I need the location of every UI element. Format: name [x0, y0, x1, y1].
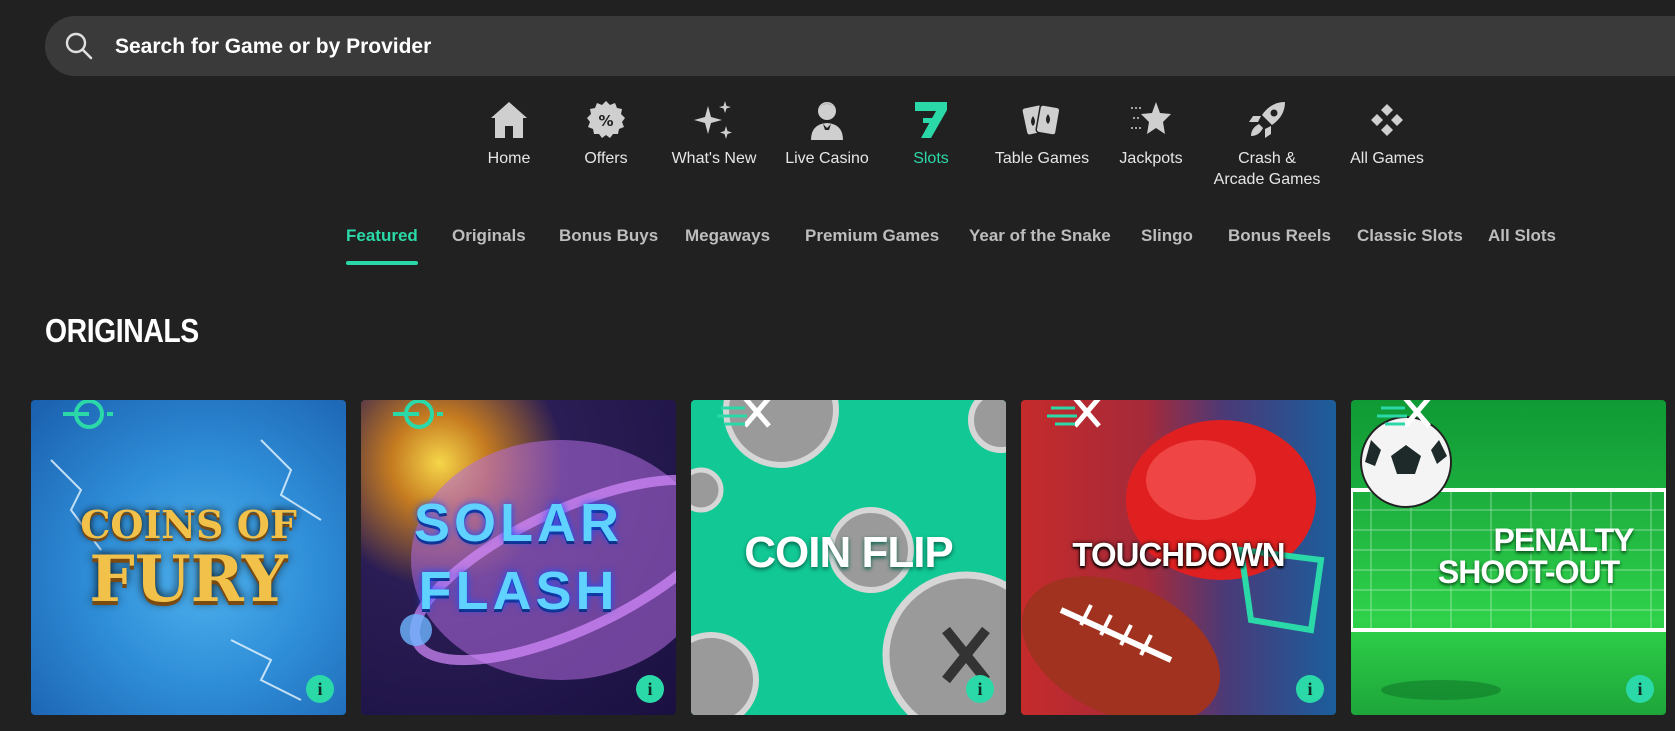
nav-jackpots-label: Jackpots — [1119, 150, 1183, 167]
search-icon — [65, 32, 93, 60]
subnav-year-of-the-snake[interactable]: Year of the Snake — [969, 226, 1111, 246]
nav-all-games[interactable]: All Games — [1322, 98, 1452, 169]
subnav-megaways[interactable]: Megaways — [685, 226, 770, 246]
nav-table-games-label: Table Games — [994, 150, 1090, 167]
game-title-line1: COINS OF — [80, 502, 297, 547]
star-icon — [1131, 102, 1171, 134]
speed-x-icon — [717, 400, 771, 428]
nav-live-casino-label: Live Casino — [785, 150, 869, 167]
nav-crash-arcade-label-2: Arcade Games — [1213, 171, 1321, 188]
subnav-bonus-buys[interactable]: Bonus Buys — [559, 226, 658, 246]
nav-home-label: Home — [487, 150, 531, 167]
game-title-line1: SOLAR — [414, 493, 623, 553]
game-title-line1: TOUCHDOWN — [1072, 536, 1285, 573]
percent-badge-icon: % — [587, 101, 625, 138]
svg-text:%: % — [598, 112, 613, 130]
search-input[interactable] — [113, 16, 1017, 78]
game-title-line2: SHOOT-OUT — [1437, 554, 1620, 590]
dealer-icon — [811, 102, 843, 140]
subnav-classic-slots[interactable]: Classic Slots — [1357, 226, 1463, 246]
nav-whats-new[interactable]: What's New — [649, 98, 779, 169]
nav-crash-arcade[interactable]: Crash & Arcade Games — [1202, 98, 1332, 190]
game-tile-penalty-shoot-out[interactable]: PENALTY SHOOT-OUT i — [1351, 400, 1666, 715]
game-tile-coins-of-fury[interactable]: COINS OF FURY i — [31, 400, 346, 715]
search-bar[interactable] — [45, 16, 1675, 78]
game-tile-solar-flash[interactable]: SOLAR FLASH i — [361, 400, 676, 715]
subnav-slingo[interactable]: Slingo — [1141, 226, 1193, 246]
info-button[interactable]: i — [966, 675, 994, 703]
sparkles-icon — [694, 101, 732, 139]
seven-icon — [915, 102, 947, 138]
section-title: ORIGINALS — [45, 312, 199, 349]
nav-crash-arcade-label: Crash & — [1238, 150, 1296, 167]
speed-x-icon — [1377, 400, 1431, 428]
info-button[interactable]: i — [1626, 675, 1654, 703]
diamond-grid-icon — [1371, 104, 1403, 136]
info-button[interactable]: i — [306, 675, 334, 703]
game-title-line2: FURY — [89, 542, 288, 617]
target-icon — [63, 400, 113, 429]
target-icon — [393, 400, 443, 429]
playing-cards-icon — [1021, 104, 1061, 136]
game-tile-coin-flip[interactable]: COIN FLIP i — [691, 400, 1006, 715]
subnav-all-slots[interactable]: All Slots — [1488, 226, 1556, 246]
rocket-icon — [1249, 102, 1285, 138]
subnav-featured[interactable]: Featured — [346, 226, 418, 265]
game-title-line2: FLASH — [418, 561, 619, 621]
nav-offers-label: Offers — [584, 150, 628, 167]
game-title-line1: COIN FLIP — [744, 528, 954, 577]
game-tile-touchdown[interactable]: TOUCHDOWN i — [1021, 400, 1336, 715]
info-button[interactable]: i — [1296, 675, 1324, 703]
nav-slots-label: Slots — [913, 150, 949, 167]
nav-all-games-label: All Games — [1350, 150, 1424, 167]
subnav-bonus-reels[interactable]: Bonus Reels — [1228, 226, 1331, 246]
nav-whats-new-label: What's New — [671, 150, 757, 167]
info-button[interactable]: i — [636, 675, 664, 703]
speed-x-icon — [1047, 400, 1101, 428]
nav-jackpots[interactable]: Jackpots — [1086, 98, 1216, 169]
subnav-originals[interactable]: Originals — [452, 226, 526, 246]
home-icon — [491, 102, 527, 138]
subnav-premium-games[interactable]: Premium Games — [805, 226, 939, 246]
